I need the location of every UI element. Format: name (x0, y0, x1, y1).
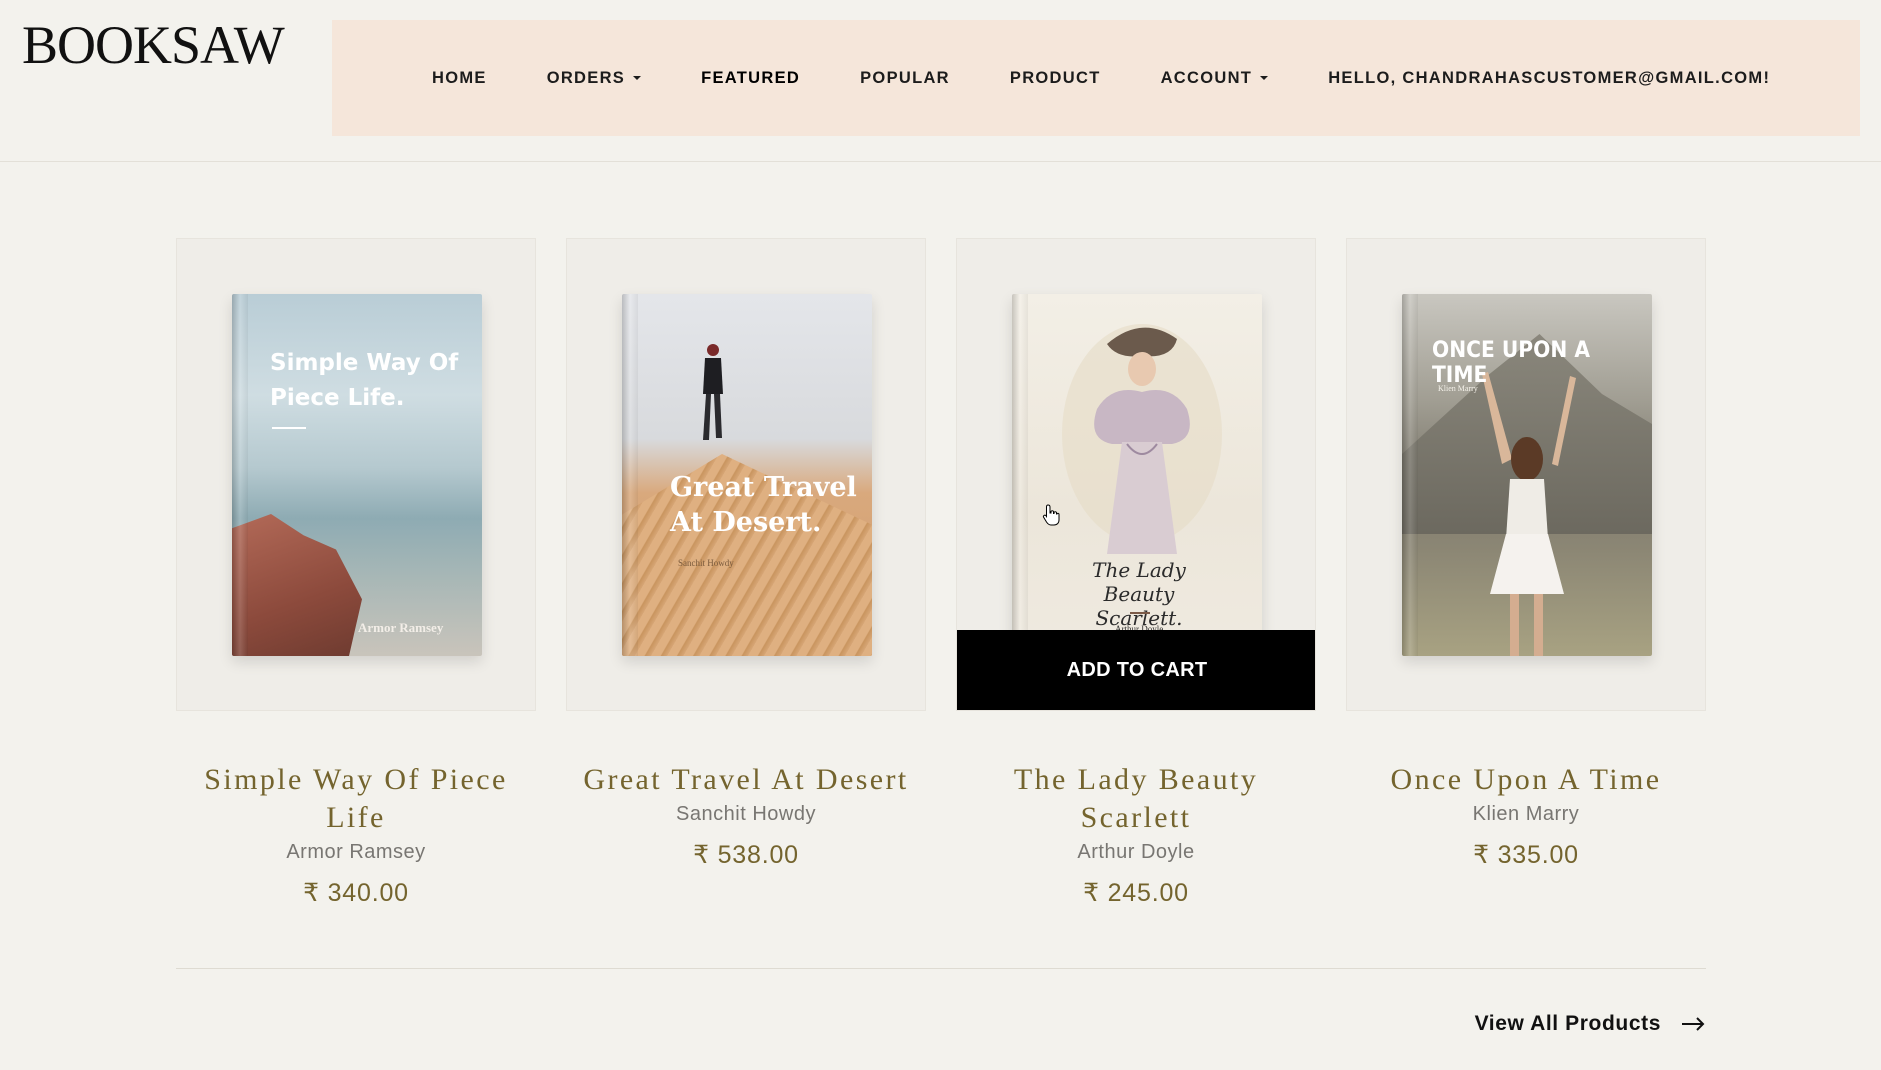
product-title[interactable]: The Lady Beauty Scarlett (956, 761, 1316, 837)
nav-account-label: ACCOUNT (1160, 68, 1253, 87)
product-title[interactable]: Once Upon A Time (1346, 761, 1706, 799)
product-author: Arthur Doyle (1077, 841, 1195, 863)
user-greeting-text: HELLO, CHANDRAHASCUSTOMER@GMAIL.COM! (1328, 68, 1771, 87)
cover-rock-shape (232, 514, 362, 656)
caret-down-icon (1260, 76, 1269, 80)
add-to-cart-label: ADD TO CART (1066, 658, 1208, 681)
cover-title-line: At Desert. (670, 507, 822, 538)
product-price: ₹ 538.00 (693, 841, 799, 869)
nav-featured-label: FEATURED (701, 68, 801, 87)
cover-hiker-figure (703, 344, 723, 440)
cover-author: Sanchit Howdy (678, 558, 734, 568)
site-header: BOOKSAW HOME ORDERS FEATURED POPULAR PRO… (0, 0, 1881, 162)
nav-featured[interactable]: FEATURED (701, 69, 800, 88)
nav-home-label: HOME (432, 68, 487, 87)
cover-title-line: Simple Way Of (270, 350, 459, 376)
cover-title: Great Travel At Desert. (670, 470, 857, 540)
product-author: Sanchit Howdy (676, 803, 816, 825)
product-price: ₹ 245.00 (1083, 879, 1189, 907)
product-cover-box[interactable]: ONCE UPON A TIME Klien Marry (1346, 238, 1706, 711)
nav-product[interactable]: PRODUCT (1010, 69, 1101, 88)
cover-title: Simple Way Of Piece Life. (270, 346, 458, 416)
book-cover-image[interactable]: Great Travel At Desert. Sanchit Howdy (622, 294, 872, 656)
nav-account-dropdown[interactable]: ACCOUNT (1161, 69, 1269, 88)
product-card: The Lady Beauty Scarlett. Arthur Doyle A… (956, 238, 1316, 908)
nav-popular[interactable]: POPULAR (860, 69, 950, 88)
cover-title-line: The Lady Beauty (1092, 558, 1186, 606)
nav-popular-label: POPULAR (860, 68, 950, 87)
view-all-products-link[interactable]: View All Products (1475, 1012, 1705, 1036)
product-cover-box[interactable]: The Lady Beauty Scarlett. Arthur Doyle A… (956, 238, 1316, 711)
cover-title-line: Great Travel (670, 472, 857, 503)
caret-down-icon (633, 76, 642, 80)
product-info: Once Upon A Time Klien Marry ₹ 335.00 (1346, 761, 1706, 870)
cover-girl-figure (1482, 372, 1576, 656)
product-info: The Lady Beauty Scarlett Arthur Doyle ₹ … (956, 761, 1316, 908)
hand-pointer-cursor-icon (1042, 504, 1060, 526)
cover-author: Klien Marry (1438, 384, 1478, 393)
cover-lady-illustration (1062, 324, 1222, 554)
featured-products-grid: Simple Way Of Piece Life. Armor Ramsey S… (176, 238, 1706, 908)
section-divider (176, 968, 1706, 969)
product-title[interactable]: Great Travel At Desert (566, 761, 926, 799)
product-cover-box[interactable]: Simple Way Of Piece Life. Armor Ramsey (176, 238, 536, 711)
product-info: Great Travel At Desert Sanchit Howdy ₹ 5… (566, 761, 926, 870)
product-card: ONCE UPON A TIME Klien Marry Once Upon A… (1346, 238, 1706, 908)
main-nav: HOME ORDERS FEATURED POPULAR PRODUCT ACC… (332, 20, 1860, 136)
product-card: Simple Way Of Piece Life. Armor Ramsey S… (176, 238, 536, 908)
product-title[interactable]: Simple Way Of Piece Life (176, 761, 536, 837)
cover-author: Armor Ramsey (358, 620, 444, 635)
logo-text-saw: SAW (171, 15, 285, 75)
book-cover-image[interactable]: ONCE UPON A TIME Klien Marry (1402, 294, 1652, 656)
nav-orders-label: ORDERS (546, 68, 626, 87)
nav-orders-dropdown[interactable]: ORDERS (546, 68, 642, 88)
arrow-right-icon (1682, 1017, 1705, 1031)
product-price: ₹ 340.00 (303, 879, 409, 907)
product-price: ₹ 335.00 (1473, 841, 1579, 869)
logo-text-book: BOOK (22, 15, 172, 75)
product-author: Klien Marry (1472, 803, 1580, 825)
nav-home[interactable]: HOME (432, 69, 487, 88)
nav-user-greeting[interactable]: HELLO, CHANDRAHASCUSTOMER@GMAIL.COM! (1328, 69, 1770, 88)
cover-rule (272, 427, 306, 429)
cover-title: ONCE UPON A TIME (1432, 338, 1591, 388)
product-info: Simple Way Of Piece Life Armor Ramsey ₹ … (176, 761, 536, 908)
nav-product-label: PRODUCT (1009, 68, 1101, 87)
view-all-label: View All Products (1474, 1012, 1661, 1035)
product-cover-box[interactable]: Great Travel At Desert. Sanchit Howdy (566, 238, 926, 711)
add-to-cart-button[interactable]: ADD TO CART (957, 630, 1315, 710)
cover-rule (1130, 612, 1150, 614)
book-cover-image[interactable]: The Lady Beauty Scarlett. Arthur Doyle (1012, 294, 1262, 656)
site-logo[interactable]: BOOKSAW (22, 14, 285, 76)
product-author: Armor Ramsey (286, 841, 426, 863)
cover-title-line: Piece Life. (270, 385, 405, 411)
product-card: Great Travel At Desert. Sanchit Howdy Gr… (566, 238, 926, 908)
cover-title: The Lady Beauty Scarlett. (1054, 558, 1224, 630)
book-cover-image[interactable]: Simple Way Of Piece Life. Armor Ramsey (232, 294, 482, 656)
